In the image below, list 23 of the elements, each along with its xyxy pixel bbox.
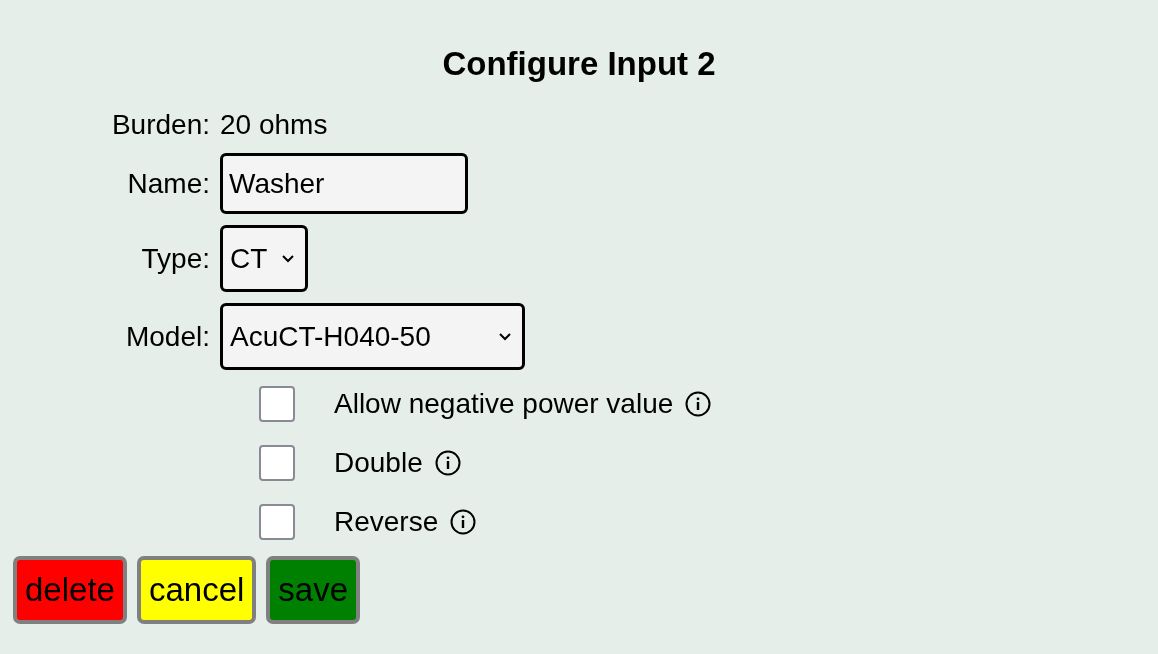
info-icon[interactable] [434, 450, 461, 476]
option-label: Double [334, 447, 423, 479]
select-field[interactable]: CT [220, 225, 309, 292]
action-button[interactable]: delete [13, 556, 127, 624]
checkbox[interactable] [259, 386, 295, 422]
burden-value: 20 ohms [220, 108, 328, 142]
burden-label: Burden: [111, 108, 210, 142]
caret-icon [281, 253, 296, 264]
select-field[interactable]: AcuCT-H040-50 [220, 303, 525, 370]
info-icon[interactable] [685, 391, 712, 417]
input-field[interactable]: Washer [220, 153, 468, 214]
info-icon[interactable] [450, 509, 477, 535]
checkbox[interactable] [259, 445, 295, 481]
option-label: Allow negative power value [334, 388, 674, 420]
field-label: Type: [141, 241, 210, 276]
action-button[interactable]: cancel [136, 556, 257, 624]
option-label: Reverse [334, 506, 439, 538]
dialog-title: Configure Input 2 [441, 44, 717, 84]
caret-icon [498, 331, 512, 342]
field-label: Model: [125, 319, 210, 354]
action-button[interactable]: save [266, 556, 361, 624]
field-label: Name: [127, 166, 210, 201]
checkbox[interactable] [259, 504, 295, 540]
